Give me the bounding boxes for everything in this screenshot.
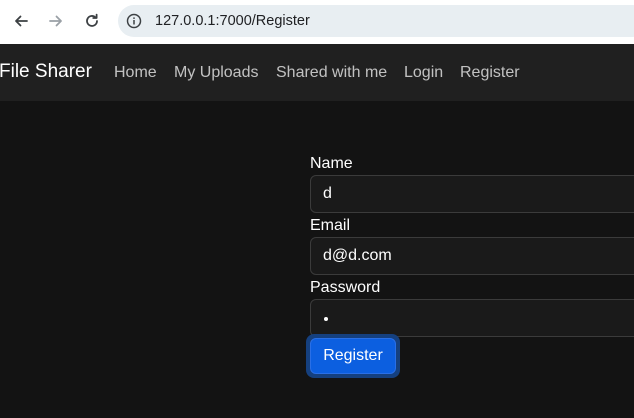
brand-link[interactable]: File Sharer — [0, 61, 92, 83]
name-label: Name — [310, 155, 353, 172]
site-info-icon[interactable] — [126, 13, 142, 29]
url-text: 127.0.0.1:7000/Register — [155, 13, 310, 29]
register-button-focus-ring: Register — [306, 334, 400, 378]
browser-toolbar: 127.0.0.1:7000/Register — [0, 0, 634, 44]
email-label: Email — [310, 217, 351, 234]
password-field[interactable] — [310, 299, 634, 337]
password-mask-dot — [324, 317, 328, 321]
password-label: Password — [310, 279, 381, 296]
nav-link-home[interactable]: Home — [114, 63, 157, 83]
name-field[interactable] — [310, 175, 634, 213]
register-button[interactable]: Register — [310, 338, 396, 374]
nav-link-shared-with-me[interactable]: Shared with me — [276, 63, 387, 83]
address-bar[interactable]: 127.0.0.1:7000/Register — [118, 5, 634, 37]
nav-link-login[interactable]: Login — [404, 63, 443, 83]
reload-icon[interactable] — [79, 8, 105, 34]
nav-link-my-uploads[interactable]: My Uploads — [174, 63, 258, 83]
back-arrow-icon[interactable] — [8, 8, 34, 34]
forward-arrow-icon[interactable] — [43, 8, 69, 34]
nav-link-register[interactable]: Register — [460, 63, 520, 83]
email-field[interactable] — [310, 237, 634, 275]
app-navbar: File Sharer Home My Uploads Shared with … — [0, 44, 634, 101]
